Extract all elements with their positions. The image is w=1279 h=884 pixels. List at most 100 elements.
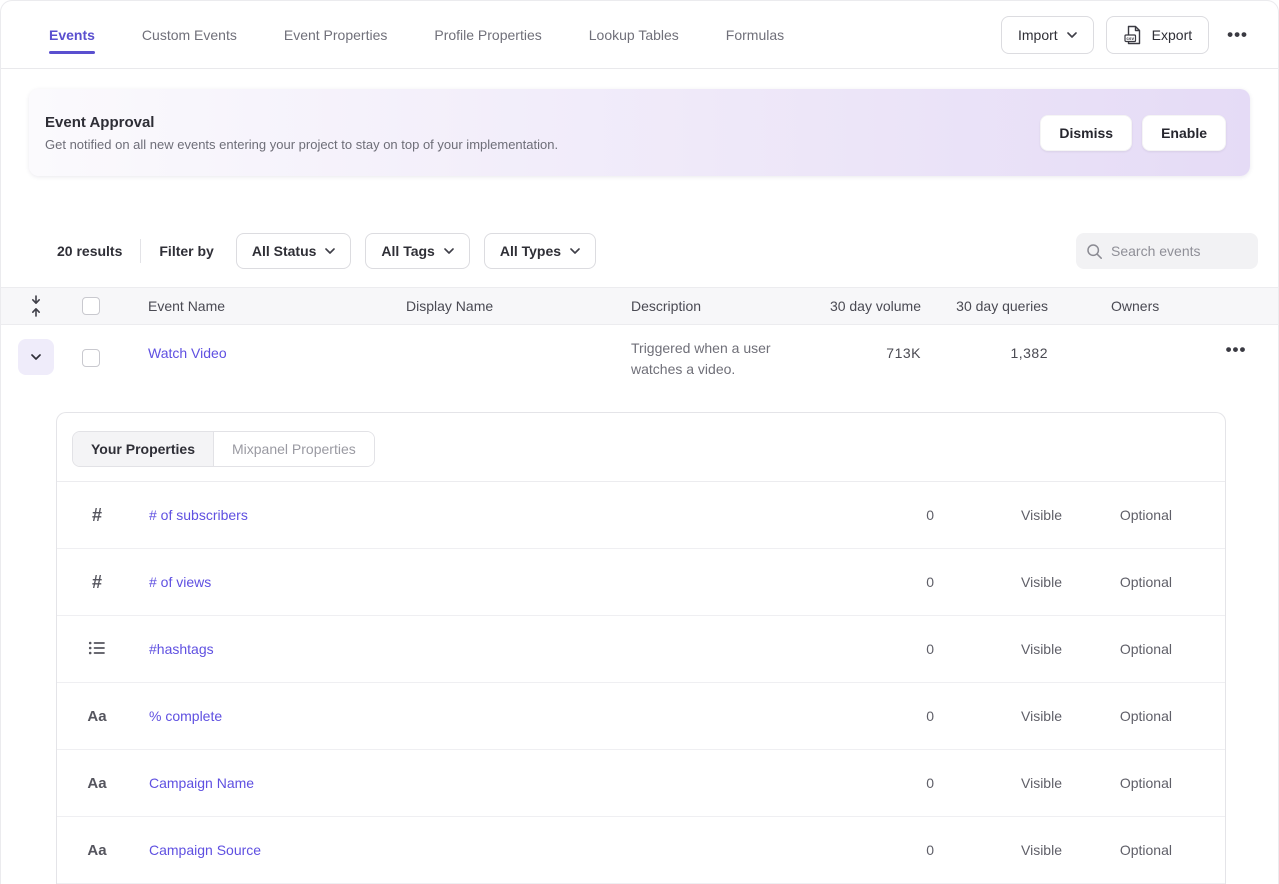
status-filter-dropdown[interactable]: All Status — [236, 233, 352, 269]
tab-lookup-tables[interactable]: Lookup Tables — [589, 1, 679, 68]
property-visibility: Visible — [934, 641, 1062, 657]
export-button-label: Export — [1152, 27, 1192, 43]
event-name-link[interactable]: Watch Video — [148, 325, 388, 391]
chevron-down-icon — [1067, 32, 1077, 38]
property-visibility: Visible — [934, 775, 1062, 791]
banner-text: Event Approval Get notified on all new e… — [45, 114, 558, 152]
property-row: Aa Campaign Source 0 Visible Optional — [57, 817, 1225, 884]
banner-description: Get notified on all new events entering … — [45, 137, 558, 152]
dismiss-button[interactable]: Dismiss — [1040, 115, 1132, 151]
column-30-day-queries: 30 day queries — [921, 298, 1048, 314]
column-owners: Owners — [1111, 298, 1191, 314]
property-count: 0 — [854, 708, 934, 724]
property-requirement: Optional — [1062, 842, 1172, 858]
event-display-name — [406, 325, 616, 391]
import-button[interactable]: Import — [1001, 16, 1094, 54]
tab-mixpanel-properties[interactable]: Mixpanel Properties — [214, 432, 374, 466]
chevron-down-icon — [325, 248, 335, 254]
properties-list: # # of subscribers 0 Visible Optional # … — [57, 482, 1225, 884]
chevron-down-icon — [570, 248, 580, 254]
event-owners — [1111, 325, 1191, 391]
svg-text:csv: csv — [1126, 36, 1134, 41]
export-button[interactable]: csv Export — [1106, 16, 1209, 54]
divider — [140, 239, 141, 263]
list-type-icon — [85, 640, 109, 659]
event-30-day-queries: 1,382 — [921, 325, 1048, 391]
select-all-checkbox[interactable] — [82, 297, 100, 315]
enable-button[interactable]: Enable — [1142, 115, 1226, 151]
property-row: # # of views 0 Visible Optional — [57, 549, 1225, 616]
tab-custom-events[interactable]: Custom Events — [142, 1, 237, 68]
properties-panel: Your Properties Mixpanel Properties # # … — [56, 412, 1226, 884]
results-count: 20 results — [57, 243, 122, 259]
number-type-icon: # — [85, 505, 109, 526]
event-description: Triggered when a user watches a video. — [631, 325, 806, 391]
csv-file-icon: csv — [1123, 25, 1143, 45]
property-count: 0 — [854, 775, 934, 791]
property-row: #hashtags 0 Visible Optional — [57, 616, 1225, 683]
nav-actions: Import csv Export ••• — [1001, 16, 1254, 54]
property-count: 0 — [854, 574, 934, 590]
chevron-down-icon — [444, 248, 454, 254]
table-row-watch-video: Watch Video Triggered when a user watche… — [1, 325, 1278, 391]
property-requirement: Optional — [1062, 574, 1172, 590]
filter-bar: 20 results Filter by All Status All Tags… — [57, 233, 1258, 269]
text-type-icon: Aa — [85, 842, 109, 859]
search-icon — [1086, 243, 1103, 260]
text-type-icon: Aa — [85, 775, 109, 792]
top-nav: Events Custom Events Event Properties Pr… — [1, 1, 1278, 69]
text-type-icon: Aa — [85, 708, 109, 725]
property-count: 0 — [854, 507, 934, 523]
tab-event-properties[interactable]: Event Properties — [284, 1, 388, 68]
event-approval-banner: Event Approval Get notified on all new e… — [29, 89, 1250, 176]
nav-tabs: Events Custom Events Event Properties Pr… — [49, 1, 784, 68]
tab-profile-properties[interactable]: Profile Properties — [434, 1, 541, 68]
tab-formulas[interactable]: Formulas — [726, 1, 784, 68]
lexicon-page: Events Custom Events Event Properties Pr… — [0, 0, 1279, 884]
property-count: 0 — [854, 641, 934, 657]
property-requirement: Optional — [1062, 708, 1172, 724]
row-more-menu-button[interactable]: ••• — [1220, 335, 1253, 365]
row-checkbox[interactable] — [82, 349, 100, 367]
status-filter-label: All Status — [252, 243, 317, 259]
property-count: 0 — [854, 842, 934, 858]
event-30-day-volume: 713K — [806, 325, 921, 391]
chevron-down-icon — [31, 354, 41, 360]
property-name-link[interactable]: # of views — [149, 574, 854, 590]
property-name-link[interactable]: Campaign Source — [149, 842, 854, 858]
property-name-link[interactable]: Campaign Name — [149, 775, 854, 791]
property-visibility: Visible — [934, 507, 1062, 523]
properties-tabs: Your Properties Mixpanel Properties — [72, 431, 375, 467]
property-visibility: Visible — [934, 708, 1062, 724]
column-display-name: Display Name — [406, 298, 616, 314]
property-requirement: Optional — [1062, 507, 1172, 523]
search-input[interactable] — [1111, 243, 1241, 259]
tags-filter-dropdown[interactable]: All Tags — [365, 233, 469, 269]
property-requirement: Optional — [1062, 641, 1172, 657]
banner-title: Event Approval — [45, 114, 558, 131]
property-name-link[interactable]: #hashtags — [149, 641, 854, 657]
property-visibility: Visible — [934, 574, 1062, 590]
column-30-day-volume: 30 day volume — [806, 298, 921, 314]
collapse-all-button[interactable] — [18, 294, 54, 318]
types-filter-label: All Types — [500, 243, 561, 259]
column-description: Description — [631, 298, 806, 314]
row-expand-toggle[interactable] — [18, 339, 54, 375]
property-name-link[interactable]: % complete — [149, 708, 854, 724]
property-requirement: Optional — [1062, 775, 1172, 791]
collapse-all-icon — [29, 294, 43, 318]
more-menu-button[interactable]: ••• — [1221, 25, 1254, 45]
property-name-link[interactable]: # of subscribers — [149, 507, 854, 523]
property-visibility: Visible — [934, 842, 1062, 858]
tab-events[interactable]: Events — [49, 1, 95, 68]
filter-by-label: Filter by — [159, 243, 213, 259]
property-row: # # of subscribers 0 Visible Optional — [57, 482, 1225, 549]
property-row: Aa Campaign Name 0 Visible Optional — [57, 750, 1225, 817]
types-filter-dropdown[interactable]: All Types — [484, 233, 596, 269]
number-type-icon: # — [85, 572, 109, 593]
tags-filter-label: All Tags — [381, 243, 434, 259]
banner-actions: Dismiss Enable — [1040, 115, 1226, 151]
tab-your-properties[interactable]: Your Properties — [73, 432, 214, 466]
column-event-name: Event Name — [148, 298, 388, 314]
events-table-header: Event Name Display Name Description 30 d… — [1, 287, 1278, 325]
